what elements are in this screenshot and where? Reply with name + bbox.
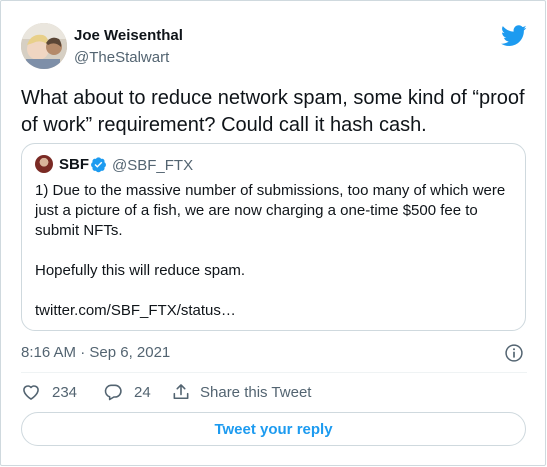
quoted-link[interactable]: twitter.com/SBF_FTX/status… <box>35 301 515 321</box>
verified-badge-icon <box>91 157 106 173</box>
divider <box>21 372 527 373</box>
quoted-tweet-body: 1) Due to the massive number of submissi… <box>35 181 515 321</box>
reply-count: 24 <box>134 383 151 401</box>
quoted-author-handle: @SBF_FTX <box>112 157 194 174</box>
quoted-text-paragraph-2: Hopefully this will reduce spam. <box>35 262 246 279</box>
reply-button[interactable]: 24 <box>103 382 151 402</box>
quoted-author-name: SBF <box>59 156 89 173</box>
quoted-author-avatar <box>35 155 53 173</box>
tweet-text: What about to reduce network spam, some … <box>21 87 525 136</box>
author-handle[interactable]: @TheStalwart <box>74 49 169 66</box>
tweet-your-reply-button[interactable]: Tweet your reply <box>21 412 526 446</box>
share-button[interactable]: Share this Tweet <box>171 382 311 402</box>
like-count: 234 <box>52 383 78 401</box>
heart-icon <box>23 385 39 400</box>
quoted-text-paragraph-1: 1) Due to the massive number of submissi… <box>35 182 506 239</box>
share-label: Share this Tweet <box>200 383 312 401</box>
author-avatar[interactable] <box>21 23 67 69</box>
quoted-tweet[interactable]: SBF @SBF_FTX 1) Due to the massive numbe… <box>21 143 526 331</box>
reply-bubble-icon <box>104 384 122 401</box>
author-avatar-image <box>21 23 67 69</box>
author-name[interactable]: Joe Weisenthal <box>74 27 183 44</box>
info-icon[interactable] <box>504 343 524 363</box>
like-button[interactable]: 234 <box>21 382 77 402</box>
tweet-embed-card: Joe Weisenthal @TheStalwart What about t… <box>0 0 546 466</box>
tweet-timestamp[interactable]: 8:16 AM · Sep 6, 2021 <box>21 344 170 361</box>
share-icon <box>173 384 189 400</box>
twitter-bird-icon[interactable] <box>501 25 527 47</box>
